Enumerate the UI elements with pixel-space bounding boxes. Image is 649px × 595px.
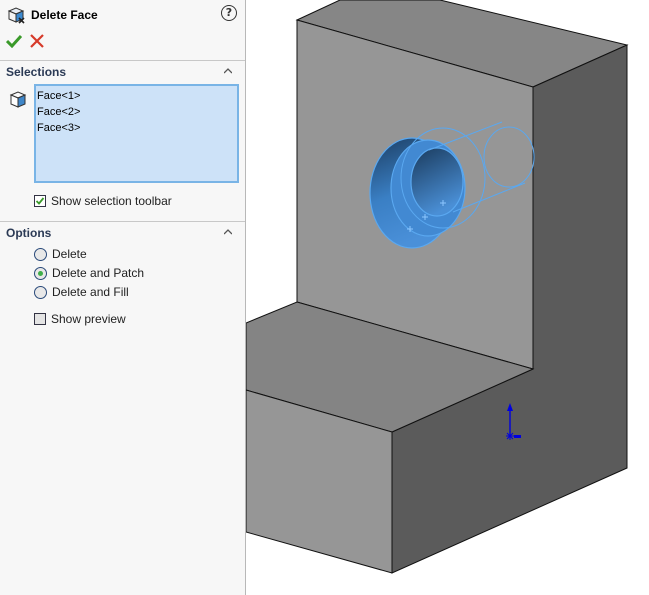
selections-title: Selections [6, 65, 67, 79]
delete-face-icon [7, 7, 25, 24]
l-bracket-model[interactable] [246, 0, 629, 574]
radio-button[interactable] [34, 247, 47, 261]
show-selection-toolbar-checkbox[interactable]: Show selection toolbar [34, 194, 172, 208]
show-preview-label: Show preview [51, 312, 126, 326]
options-title: Options [6, 226, 52, 240]
selections-section-header[interactable]: Selections [0, 60, 245, 83]
checkbox-box[interactable] [34, 313, 46, 325]
radio-label: Delete and Patch [52, 266, 145, 280]
checkmark-icon [35, 197, 45, 205]
list-item[interactable]: Face<1> [37, 88, 236, 104]
cancel-button[interactable] [30, 34, 44, 48]
radio-delete-and-patch[interactable]: Delete and Patch [34, 266, 144, 280]
property-manager-panel: Delete Face ? Selections Face<1> Face<2>… [0, 0, 246, 595]
panel-title: Delete Face [31, 8, 98, 22]
show-selection-toolbar-label: Show selection toolbar [51, 194, 172, 208]
show-preview-checkbox[interactable]: Show preview [34, 312, 126, 326]
radio-label: Delete and Fill [52, 285, 129, 299]
radio-label: Delete [52, 247, 87, 261]
selected-faces-list[interactable]: Face<1> Face<2> Face<3> [34, 84, 239, 183]
chevron-up-icon[interactable] [224, 228, 232, 236]
radio-delete-and-fill[interactable]: Delete and Fill [34, 285, 129, 299]
radio-button[interactable] [34, 266, 47, 280]
list-item[interactable]: Face<3> [37, 120, 236, 136]
panel-header: Delete Face [7, 5, 98, 25]
radio-button[interactable] [34, 285, 47, 299]
radio-delete[interactable]: Delete [34, 247, 87, 261]
graphics-viewport[interactable] [246, 0, 649, 595]
options-section-header[interactable]: Options [0, 221, 245, 244]
radio-selected-dot [38, 270, 43, 276]
list-item[interactable]: Face<2> [37, 104, 236, 120]
help-button[interactable]: ? [221, 5, 237, 21]
chevron-up-icon[interactable] [224, 67, 232, 75]
inner-bore-face[interactable] [410, 147, 464, 217]
ok-button[interactable] [6, 34, 22, 48]
checkbox-box[interactable] [34, 195, 46, 207]
face-selection-icon [9, 91, 27, 108]
